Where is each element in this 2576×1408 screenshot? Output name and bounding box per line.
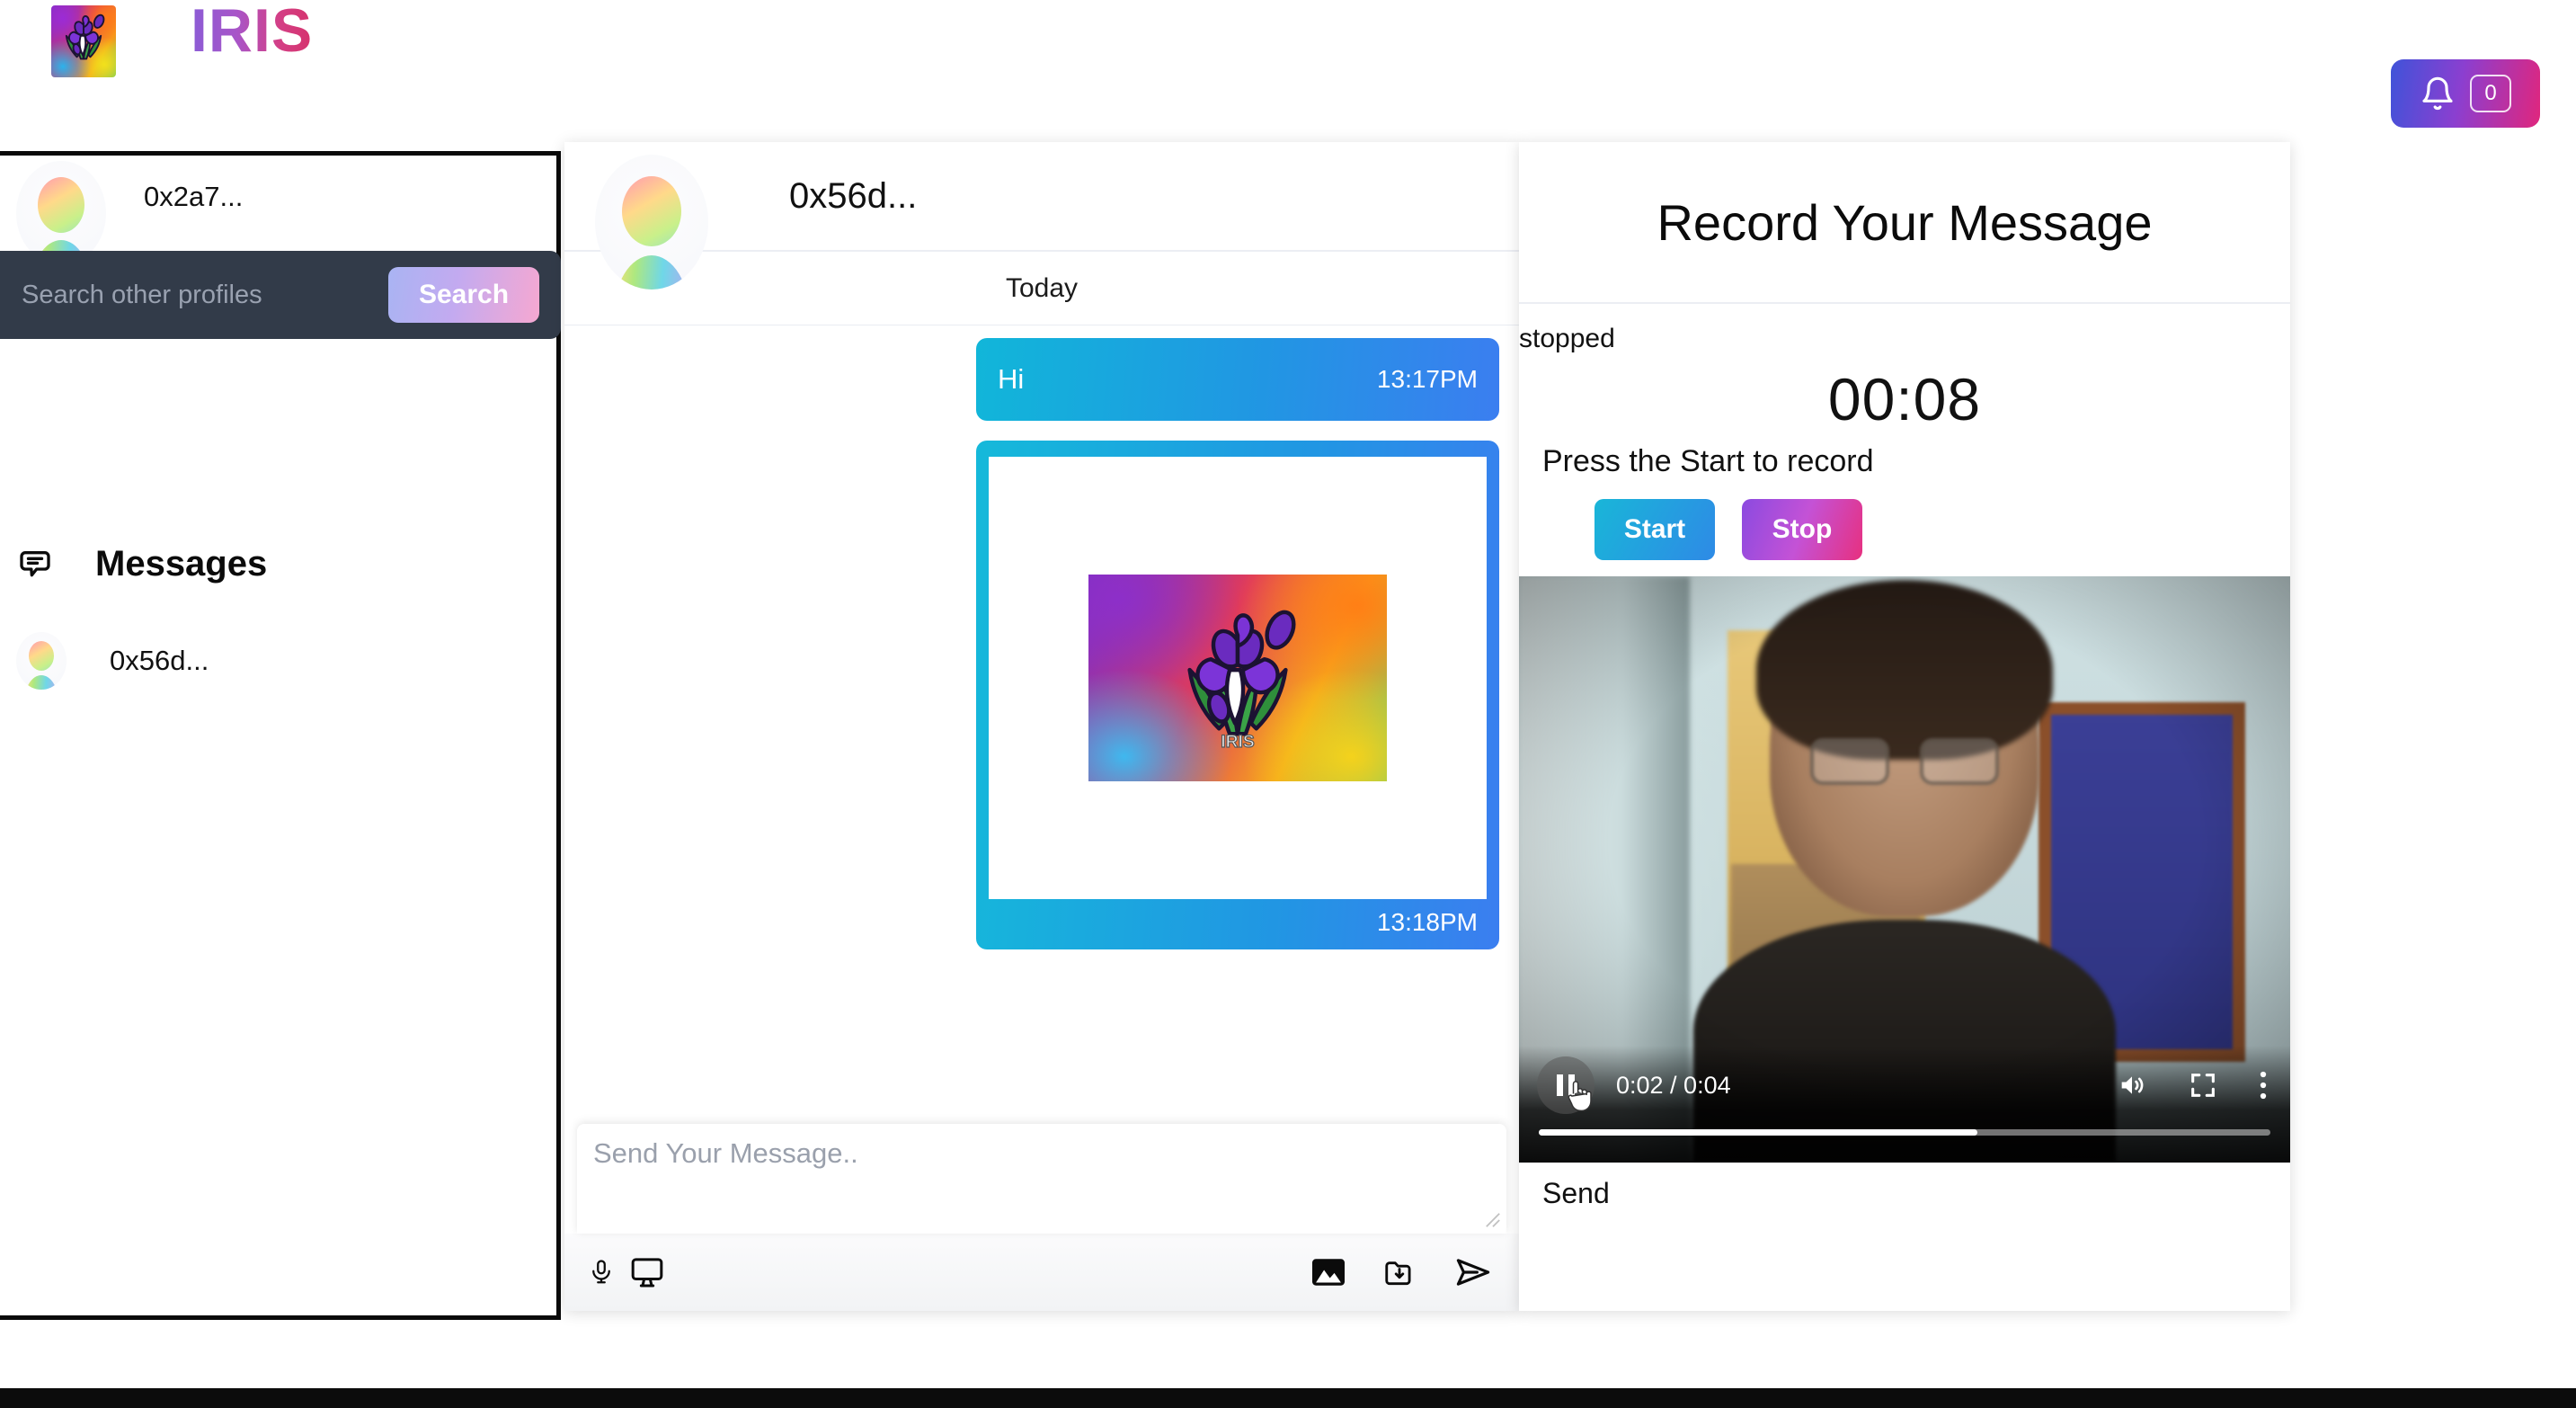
fullscreen-button[interactable] <box>2188 1070 2218 1101</box>
screen-share-button[interactable] <box>629 1253 665 1291</box>
message-timestamp: 13:18PM <box>1376 908 1478 936</box>
search-input[interactable] <box>22 280 378 310</box>
monitor-icon <box>631 1258 663 1288</box>
text-message-bubble[interactable]: Hi 13:17PM <box>976 338 1499 421</box>
volume-button[interactable] <box>2114 1070 2150 1101</box>
attach-image-button[interactable] <box>1310 1256 1346 1288</box>
video-menu-button[interactable] <box>2256 1069 2270 1101</box>
chat-header: 0x56d... <box>564 142 1519 290</box>
current-user-name: 0x2a7... <box>144 181 244 212</box>
message-row: IRIS 13:18PM <box>584 441 1499 949</box>
brand-title: IRIS <box>191 0 313 67</box>
image-icon <box>1312 1259 1345 1286</box>
svg-text:IRIS: IRIS <box>1221 733 1255 752</box>
notification-count-badge: 0 <box>2470 75 2511 112</box>
thread-name: 0x56d... <box>110 645 209 676</box>
message-row: Hi 13:17PM <box>584 338 1499 421</box>
chat-peer-name: 0x56d... <box>789 176 918 216</box>
bell-icon <box>2422 76 2453 111</box>
record-audio-button[interactable] <box>588 1252 615 1293</box>
attach-file-button[interactable] <box>1382 1255 1417 1289</box>
profile-search-bar: Search <box>0 251 561 339</box>
folder-download-icon <box>1385 1261 1411 1286</box>
video-controls: 0:02 / 0:04 <box>1519 1046 2290 1163</box>
pause-icon <box>1557 1074 1575 1096</box>
avatar-body <box>613 255 690 290</box>
record-hint: Press the Start to record <box>1542 444 1874 478</box>
microphone-icon <box>592 1260 610 1284</box>
recorder-card: 00:08 Press the Start to record Start St… <box>1519 360 2290 576</box>
message-composer <box>564 1124 1519 1311</box>
image-message-bubble[interactable]: IRIS 13:18PM <box>976 441 1499 949</box>
search-button[interactable]: Search <box>388 267 539 323</box>
messages-title: Messages <box>95 544 268 584</box>
video-progress-bar[interactable] <box>1539 1129 2270 1136</box>
video-player[interactable]: 0:02 / 0:04 <box>1519 576 2290 1163</box>
notification-button[interactable]: 0 <box>2391 59 2540 128</box>
send-message-button[interactable] <box>1452 1253 1494 1291</box>
message-input[interactable] <box>577 1124 1506 1234</box>
message-text: Hi <box>998 363 1025 395</box>
app-root: IRIS 0 0x2a7... Search M <box>0 0 2576 1408</box>
chat-bubble-icon <box>20 550 50 576</box>
left-sidebar: 0x2a7... Search Messages 0x56d... <box>0 151 561 1320</box>
messages-section-header: Messages <box>16 544 267 584</box>
thread-avatar <box>16 632 67 690</box>
composer-input-box <box>577 1124 1506 1234</box>
message-list[interactable]: Hi 13:17PM IRIS 13:18PM <box>564 325 1519 1081</box>
list-item[interactable]: 0x56d... <box>16 632 209 690</box>
kebab-menu-icon <box>2260 1071 2267 1100</box>
record-actions: Start Stop <box>1519 479 2290 560</box>
message-timestamp: 13:17PM <box>1376 365 1478 393</box>
iris-flower-image[interactable]: IRIS <box>1088 575 1387 781</box>
iris-flower-logo-icon <box>51 5 116 77</box>
image-frame: IRIS <box>989 457 1487 899</box>
composer-toolbar <box>564 1234 1519 1311</box>
stop-record-button[interactable]: Stop <box>1742 499 1862 560</box>
day-separator: Today <box>564 252 1519 325</box>
resize-handle-icon[interactable] <box>1485 1212 1501 1228</box>
record-panel-title: Record Your Message <box>1519 142 2290 304</box>
record-panel: Record Your Message stopped 00:08 Press … <box>1519 142 2290 1311</box>
chat-panel: 0x56d... Today Hi 13:17PM IRIS 13:18PM S… <box>564 142 1519 1311</box>
avatar-head <box>38 177 84 233</box>
bottom-bar <box>0 1388 2576 1408</box>
chat-peer-avatar <box>595 155 708 290</box>
record-timer: 00:08 <box>1827 366 1982 432</box>
current-user-avatar <box>16 161 106 265</box>
video-time-display: 0:02 / 0:04 <box>1616 1071 1731 1099</box>
fullscreen-icon <box>2191 1074 2215 1097</box>
avatar-head <box>622 176 681 246</box>
start-record-button[interactable]: Start <box>1594 499 1715 560</box>
avatar-head <box>29 641 54 671</box>
send-plane-icon <box>1456 1259 1490 1286</box>
top-bar: IRIS 0 <box>0 0 2576 144</box>
pause-button[interactable] <box>1537 1056 1594 1114</box>
send-recording-label[interactable]: Send <box>1519 1163 2290 1210</box>
record-status: stopped <box>1519 324 1615 353</box>
current-profile-row[interactable]: 0x2a7... <box>0 156 556 265</box>
avatar-body <box>24 675 58 690</box>
volume-icon <box>2121 1076 2144 1094</box>
